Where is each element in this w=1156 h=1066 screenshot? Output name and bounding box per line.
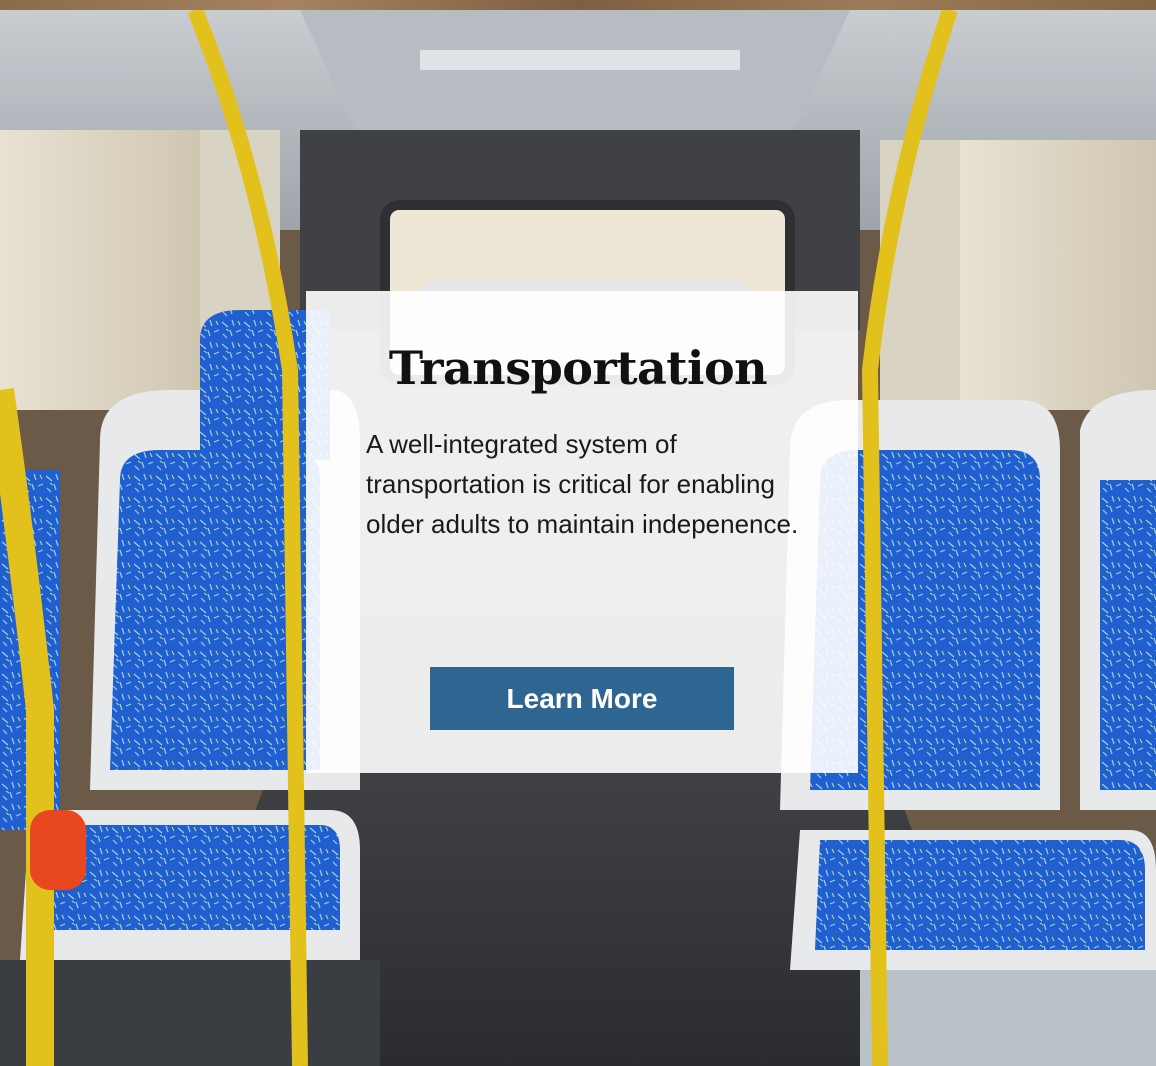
learn-more-button[interactable]: Learn More bbox=[430, 667, 734, 730]
card-title: Transportation bbox=[388, 341, 768, 395]
card-description: A well-integrated system of transportati… bbox=[366, 429, 799, 539]
top-image-strip bbox=[0, 0, 1156, 10]
hero-section: Transportation A well-integrated system … bbox=[0, 0, 1156, 1066]
